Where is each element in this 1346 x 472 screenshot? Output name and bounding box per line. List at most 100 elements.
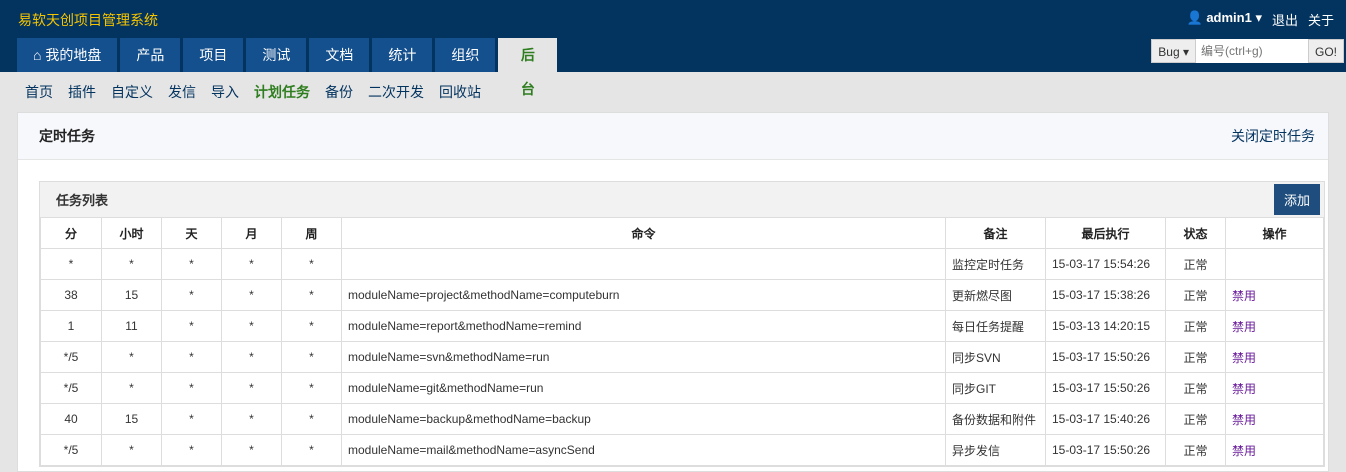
- table-cell: 正常: [1165, 341, 1226, 373]
- table-cell: *: [161, 434, 222, 466]
- table-cell: *: [281, 341, 342, 373]
- sub-nav: 首页 插件 自定义 发信 导入 计划任务 备份 二次开发 回收站: [0, 72, 1346, 112]
- search-type-dropdown[interactable]: Bug ▾: [1151, 39, 1196, 63]
- table-row: 40 15 * * * moduleName=backup&methodName=back…: [40, 403, 1324, 435]
- disable-link[interactable]: 禁用: [1225, 310, 1324, 342]
- table-cell: *: [281, 248, 342, 280]
- brand-title: 易软天创项目管理系统: [18, 12, 158, 28]
- table-cell: *: [221, 372, 282, 404]
- table-cell: 15-03-13 14:20:15: [1045, 310, 1166, 342]
- column-header: 最后执行: [1045, 217, 1166, 249]
- tab-label: 统计: [388, 47, 417, 63]
- table-cell: *: [281, 279, 342, 311]
- column-header: 月: [221, 217, 282, 249]
- table-cell: 11: [101, 310, 162, 342]
- user-bar: 👤 admin1 ▾ 退出 关于: [1187, 10, 1335, 29]
- table-cell: moduleName=backup&methodName=backup: [341, 403, 946, 435]
- search-input[interactable]: [1195, 39, 1308, 63]
- tab-2[interactable]: 项目: [183, 38, 244, 72]
- cron-panel: 定时任务 关闭定时任务 任务列表 添加 分小时天月周命令 备注 最后执行 状态 操作 * * * *…: [17, 112, 1329, 472]
- table-cell: *: [101, 341, 162, 373]
- table-row: 1 11 * * * moduleName=report&methodName=remin…: [40, 310, 1324, 342]
- table-cell: moduleName=mail&methodName=asyncSend: [341, 434, 946, 466]
- tab-label: 产品: [136, 47, 165, 63]
- table-row: * * * * * 监控定时任务 15-03-17 15:54:26 正常: [40, 248, 1324, 280]
- table-cell: 15-03-17 15:54:26: [1045, 248, 1166, 280]
- go-button[interactable]: GO!: [1307, 39, 1344, 63]
- panel-title: 定时任务: [39, 128, 95, 144]
- table-row: 38 15 * * * moduleName=project&methodName=com…: [40, 279, 1324, 311]
- table-cell: 38: [40, 279, 102, 311]
- column-header: 备注: [945, 217, 1046, 249]
- table-cell: *: [281, 372, 342, 404]
- table-cell: 1: [40, 310, 102, 342]
- subnav-item[interactable]: 插件: [68, 82, 96, 102]
- table-cell: *: [161, 248, 222, 280]
- column-header: 状态: [1165, 217, 1226, 249]
- disable-link[interactable]: 禁用: [1225, 372, 1324, 404]
- tab-1[interactable]: 产品: [120, 38, 181, 72]
- subnav-item[interactable]: 回收站: [439, 82, 481, 102]
- disable-link: [1225, 248, 1324, 280]
- about-link[interactable]: 关于: [1308, 10, 1334, 29]
- disable-link[interactable]: 禁用: [1225, 279, 1324, 311]
- subnav-item[interactable]: 二次开发: [368, 82, 424, 102]
- subnav-item[interactable]: 发信: [168, 82, 196, 102]
- table-cell: *: [161, 310, 222, 342]
- tab-label: 我的地盘: [45, 47, 102, 63]
- disable-link[interactable]: 禁用: [1225, 403, 1324, 435]
- table-cell: 正常: [1165, 310, 1226, 342]
- home-icon: ⌂: [33, 47, 46, 63]
- tab-6[interactable]: 组织: [435, 38, 496, 72]
- table-cell: *: [221, 341, 282, 373]
- table-cell: moduleName=project&methodName=computebur…: [341, 279, 946, 311]
- table-cell: 15-03-17 15:40:26: [1045, 403, 1166, 435]
- table-cell: */5: [40, 372, 102, 404]
- column-header: 分: [40, 217, 102, 249]
- table-cell: 15-03-17 15:38:26: [1045, 279, 1166, 311]
- table-cell: *: [221, 403, 282, 435]
- table-cell: 15: [101, 279, 162, 311]
- table-cell: 每日任务提醒: [945, 310, 1046, 342]
- table-cell: *: [161, 403, 222, 435]
- disable-link[interactable]: 禁用: [1225, 434, 1324, 466]
- table-cell: 异步发信: [945, 434, 1046, 466]
- tab-0[interactable]: ⌂ 我的地盘: [17, 38, 118, 72]
- table-row: */5 * * * * moduleName=mail&methodName=asyncS…: [40, 434, 1324, 466]
- subnav-item[interactable]: 导入: [211, 82, 239, 102]
- tab-7[interactable]: 后台: [498, 38, 558, 97]
- tab-label: 后台: [520, 47, 535, 97]
- subnav-item[interactable]: 备份: [325, 82, 353, 102]
- column-header: 小时: [101, 217, 162, 249]
- subnav-item[interactable]: 计划任务: [254, 82, 310, 102]
- table-cell: *: [281, 310, 342, 342]
- table-cell: */5: [40, 341, 102, 373]
- table-cell: *: [101, 434, 162, 466]
- table-cell: [341, 248, 946, 280]
- table-cell: *: [101, 248, 162, 280]
- logout-link[interactable]: 退出: [1272, 10, 1298, 29]
- tab-3[interactable]: 测试: [246, 38, 307, 72]
- disable-link[interactable]: 禁用: [1225, 341, 1324, 373]
- user-menu[interactable]: 👤 admin1 ▾: [1187, 10, 1262, 29]
- main-nav: ⌂ 我的地盘 产品 项目 测试 文档 统计 组织 后台: [17, 38, 558, 97]
- subnav-item[interactable]: 首页: [25, 82, 53, 102]
- add-button[interactable]: 添加: [1274, 184, 1320, 215]
- tab-label: 项目: [199, 47, 228, 63]
- table-row: */5 * * * * moduleName=git&methodName=run 同步GI…: [40, 372, 1324, 404]
- column-header: 周: [281, 217, 342, 249]
- table-cell: *: [281, 434, 342, 466]
- tab-5[interactable]: 统计: [372, 38, 433, 72]
- table-cell: 同步SVN: [945, 341, 1046, 373]
- table-cell: 正常: [1165, 372, 1226, 404]
- table-cell: moduleName=git&methodName=run: [341, 372, 946, 404]
- subnav-item[interactable]: 自定义: [111, 82, 153, 102]
- table-cell: *: [161, 279, 222, 311]
- close-cron-link[interactable]: 关闭定时任务: [1231, 126, 1315, 146]
- tab-label: 测试: [262, 47, 291, 63]
- tab-label: 文档: [325, 47, 354, 63]
- tab-4[interactable]: 文档: [309, 38, 370, 72]
- table-cell: 15-03-17 15:50:26: [1045, 341, 1166, 373]
- column-header: 天: [161, 217, 222, 249]
- table-cell: *: [221, 310, 282, 342]
